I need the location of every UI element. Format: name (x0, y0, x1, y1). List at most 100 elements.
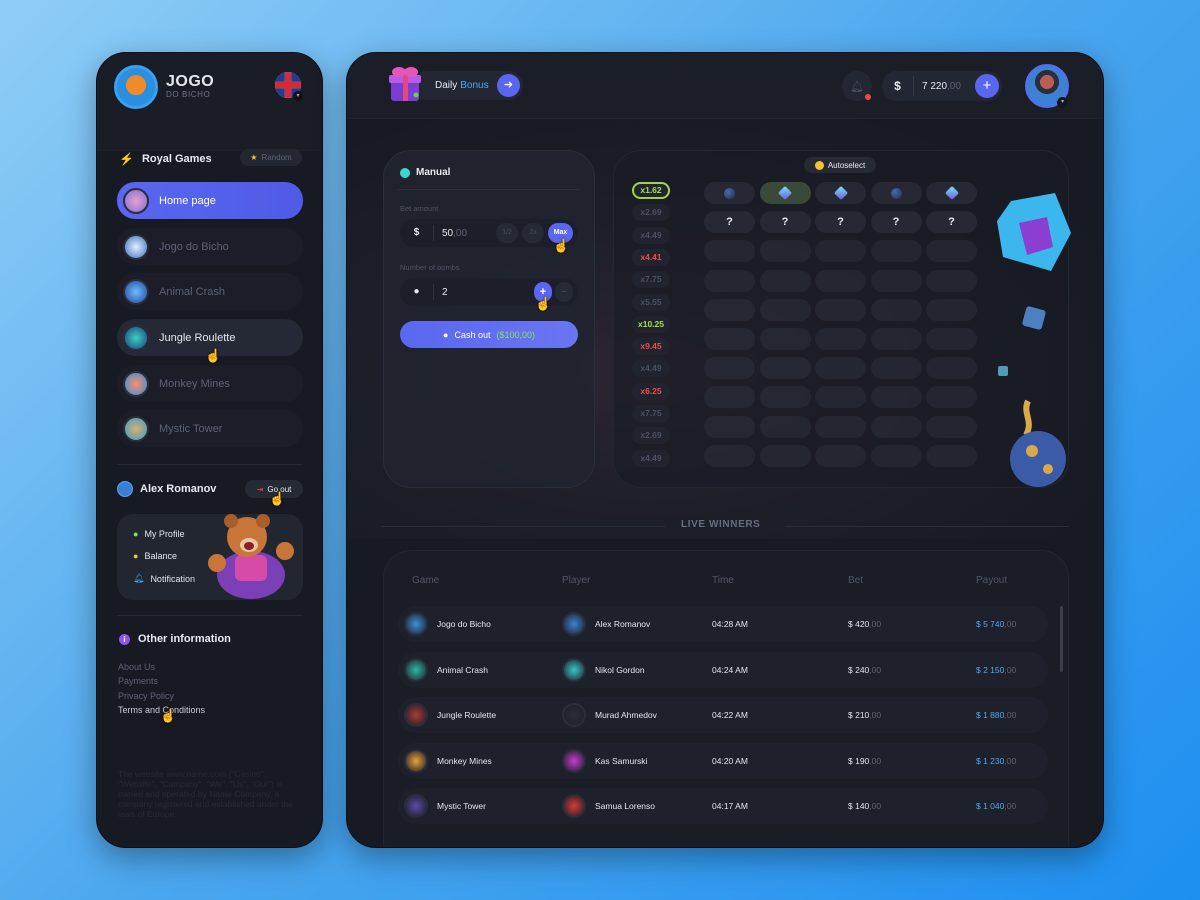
revealed-cell[interactable] (926, 182, 977, 204)
hidden-cell[interactable] (815, 415, 866, 438)
autoselect-button[interactable]: Autoselect (804, 157, 876, 173)
revealed-cell[interactable] (759, 182, 811, 204)
hidden-cell[interactable] (704, 444, 755, 467)
bombs-input[interactable]: ● 2 + − (400, 278, 578, 306)
lightning-icon: ⚡ (119, 152, 134, 166)
bet-value: $ 190 (848, 755, 870, 766)
unknown-cell[interactable]: ? (759, 211, 811, 234)
bet-value: $ 420 (848, 619, 870, 629)
player-name: Nikol Gordon (595, 664, 645, 675)
hidden-cell[interactable] (704, 328, 755, 350)
deposit-button[interactable]: + (975, 74, 999, 98)
hidden-cell[interactable] (926, 240, 977, 263)
sidebar-item-monkey-mines[interactable]: Monkey Mines (117, 365, 303, 402)
hidden-cell[interactable] (704, 240, 755, 263)
hidden-cell[interactable] (926, 386, 977, 409)
chevron-down-icon[interactable]: ▾ (293, 91, 303, 101)
chevron-down-icon[interactable]: ▾ (1057, 97, 1068, 108)
hidden-cell[interactable] (759, 269, 811, 292)
unknown-cell[interactable]: ? (815, 211, 866, 234)
hidden-cell[interactable] (870, 444, 922, 467)
link-about-us[interactable]: About Us (118, 660, 205, 674)
balance-display: $ 7 220,00 + (882, 71, 1002, 101)
bombs-label: Number of bombs (400, 263, 460, 272)
hidden-cell[interactable] (870, 298, 922, 321)
hidden-cell[interactable] (704, 298, 755, 321)
sidebar-item-jogo-do-bicho[interactable]: Jogo do Bicho (117, 228, 303, 265)
hidden-cell[interactable] (870, 415, 922, 438)
hidden-cell[interactable] (926, 357, 977, 380)
hidden-cell[interactable] (704, 386, 755, 409)
hidden-cell[interactable] (815, 357, 866, 380)
table-scrollbar[interactable] (1060, 606, 1063, 672)
hidden-cell[interactable] (815, 269, 866, 292)
menu-item-notification[interactable]: 🔔︎ Notification (133, 573, 195, 584)
table-row[interactable]: Jogo do Bicho Alex Romanov 04:28 AM $ 420,0… (398, 606, 1048, 642)
hidden-cell[interactable] (759, 298, 811, 321)
crystal-icon (997, 193, 1071, 271)
unknown-cell[interactable]: ? (926, 211, 977, 234)
cash-out-amount: ($100,00) (496, 329, 535, 340)
hidden-cell[interactable] (704, 357, 755, 380)
player-name: Murad Ahmedov (595, 710, 657, 721)
hidden-cell[interactable] (815, 386, 866, 409)
table-row[interactable]: Monkey Mines Kas Samurski 04:20 AM $ 190,00… (398, 742, 1048, 779)
bet-decimal: ,00 (869, 619, 882, 629)
link-payments[interactable]: Payments (118, 674, 205, 688)
payout-cell: $ 2 150,00 (976, 652, 1016, 688)
hidden-cell[interactable] (815, 444, 866, 467)
hidden-cell[interactable] (704, 269, 755, 292)
revealed-cell[interactable] (870, 182, 922, 204)
hidden-cell[interactable] (759, 386, 811, 409)
menu-item-my-profile[interactable]: ● My Profile (133, 529, 184, 539)
table-row[interactable]: Animal Crash Nikol Gordon 04:24 AM $ 240,00… (398, 651, 1048, 688)
hidden-cell[interactable] (759, 415, 811, 438)
table-row[interactable]: Jungle Roulette Murad Ahmedov 04:22 AM $ 21… (398, 697, 1048, 734)
hidden-cell[interactable] (759, 328, 811, 350)
game-name: Jogo do Bicho (437, 619, 491, 629)
hidden-cell[interactable] (870, 240, 922, 263)
random-button[interactable]: ★ Random (240, 149, 302, 166)
hidden-cell[interactable] (759, 444, 811, 467)
tiger-logo-icon[interactable] (114, 65, 158, 109)
hidden-cell[interactable] (759, 357, 811, 380)
double-bet-button[interactable]: 2x (522, 223, 544, 243)
game-icon (404, 657, 428, 682)
hidden-cell[interactable] (926, 269, 977, 292)
hidden-cell[interactable] (870, 357, 922, 380)
sidebar-item-home[interactable]: Home page (117, 182, 303, 219)
hidden-cell[interactable] (926, 298, 977, 321)
hidden-cell[interactable] (926, 444, 977, 467)
avatar[interactable] (117, 481, 133, 497)
menu-item-balance[interactable]: ● Balance (133, 551, 177, 561)
notifications-button[interactable]: 🔔︎ (842, 71, 872, 101)
daily-bonus-button[interactable]: Daily Bonus ➜ (413, 71, 523, 100)
bet-cell: $ 190,00 (848, 743, 881, 779)
hidden-cell[interactable] (926, 415, 977, 438)
sidebar-item-animal-crash[interactable]: Animal Crash (117, 273, 303, 310)
half-bet-button[interactable]: 1/2 (496, 223, 518, 243)
revealed-cell[interactable] (704, 182, 755, 204)
hidden-cell[interactable] (759, 240, 811, 263)
unknown-cell[interactable]: ? (870, 211, 922, 234)
hidden-cell[interactable] (870, 386, 922, 409)
hidden-cell[interactable] (870, 328, 922, 350)
revealed-cell[interactable] (815, 182, 866, 204)
hidden-cell[interactable] (815, 240, 866, 263)
player-cell: Murad Ahmedov (562, 697, 657, 733)
link-privacy-policy[interactable]: Privacy Policy (118, 689, 205, 703)
hidden-cell[interactable] (926, 328, 977, 350)
hidden-cell[interactable] (704, 415, 755, 438)
decrease-bombs-button[interactable]: − (555, 282, 573, 302)
mode-tab-manual[interactable]: Manual (400, 167, 450, 178)
arrow-right-icon[interactable]: ➜ (497, 74, 520, 97)
sidebar-item-mystic-tower[interactable]: Mystic Tower (117, 410, 303, 447)
hidden-cell[interactable] (870, 269, 922, 292)
table-row[interactable]: Mystic Tower Samua Lorenso 04:17 AM $ 140,0… (398, 788, 1048, 825)
hidden-cell[interactable] (815, 298, 866, 321)
hidden-cell[interactable] (815, 328, 866, 350)
cash-out-button[interactable]: ● Cash out ($100,00) (400, 321, 578, 348)
unknown-cell[interactable]: ? (704, 211, 755, 234)
notification-dot (865, 94, 871, 100)
bet-amount-input[interactable]: $ 50,00 1/2 2x Max (400, 219, 578, 247)
